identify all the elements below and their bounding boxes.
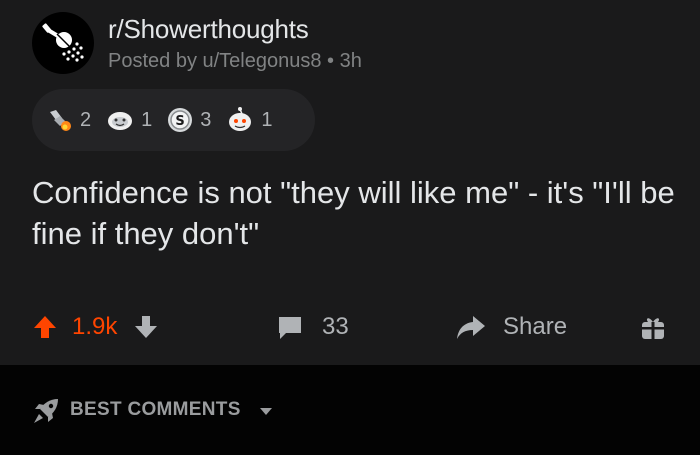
silver-coin-award-icon: S — [168, 108, 193, 132]
upvote-arrow-icon[interactable] — [32, 314, 58, 340]
award-count: 3 — [200, 108, 212, 131]
award-item[interactable]: 2 — [46, 106, 91, 134]
subreddit-avatar[interactable] — [32, 12, 94, 74]
snoo-award-icon — [229, 107, 252, 131]
subreddit-name[interactable]: r/Showerthoughts — [108, 14, 309, 45]
award-count: 2 — [80, 108, 92, 131]
vote-count: 1.9k — [72, 313, 118, 340]
comments-button[interactable]: 33 — [276, 305, 349, 349]
award-item[interactable]: 1 — [105, 106, 152, 134]
comment-bubble-icon — [279, 317, 301, 339]
post-title[interactable]: Confidence is not "they will like me" - … — [32, 172, 682, 254]
share-button[interactable]: Share — [455, 305, 567, 349]
comment-sort-bar[interactable]: BEST COMMENTS — [0, 365, 700, 455]
award-count: 1 — [261, 108, 273, 131]
awards-bar[interactable]: 2 1 S 3 1 — [32, 89, 315, 151]
wholesome-award-icon — [108, 112, 133, 130]
vote-group: 1.9k — [32, 305, 159, 349]
chevron-down-icon[interactable] — [258, 405, 274, 417]
showerhead-icon — [42, 23, 84, 62]
gift-icon — [642, 318, 664, 339]
award-count: 1 — [141, 108, 153, 131]
post-meta: Posted by u/Telegonus8 • 3h — [108, 50, 362, 72]
downvote-arrow-icon[interactable] — [133, 314, 159, 340]
award-item[interactable]: 1 — [225, 105, 273, 135]
share-arrow-icon — [457, 316, 485, 339]
rocket-like-award-icon — [50, 110, 71, 131]
give-award-button[interactable] — [640, 305, 666, 349]
award-item[interactable]: S 3 — [166, 106, 211, 134]
post-actions-bar: 1.9k 33 Share — [0, 305, 700, 349]
comment-count: 33 — [322, 313, 349, 340]
sort-label[interactable]: BEST COMMENTS — [70, 399, 241, 421]
post-card: r/Showerthoughts Posted by u/Telegonus8 … — [0, 0, 700, 365]
share-label: Share — [503, 313, 568, 340]
svg-text:S: S — [176, 114, 185, 129]
rocket-icon — [34, 399, 58, 423]
